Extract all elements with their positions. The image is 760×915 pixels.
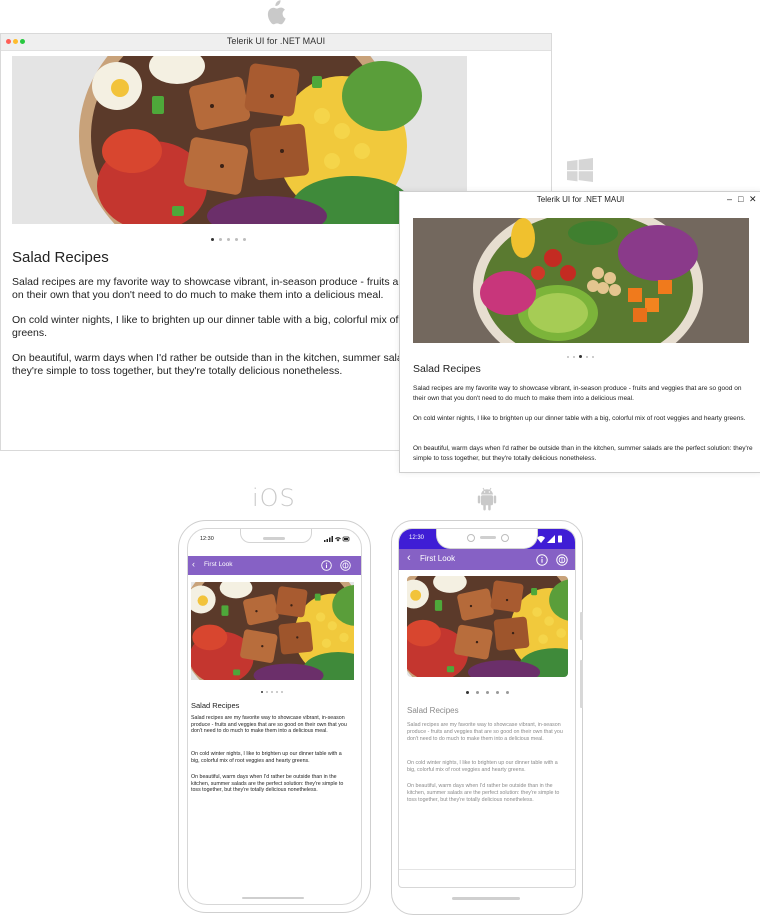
carousel-dot[interactable] bbox=[281, 690, 283, 693]
info-icon[interactable] bbox=[536, 554, 548, 566]
carousel-dot[interactable] bbox=[476, 691, 479, 695]
carousel-dot[interactable] bbox=[211, 238, 214, 242]
carousel-dot[interactable] bbox=[271, 690, 273, 693]
carousel-dot[interactable] bbox=[486, 691, 489, 695]
carousel-dot[interactable] bbox=[276, 690, 278, 693]
carousel-dot[interactable] bbox=[506, 691, 509, 695]
recipe-heading: Salad Recipes bbox=[413, 363, 481, 375]
carousel-dot[interactable] bbox=[235, 238, 238, 242]
carousel-dot[interactable] bbox=[266, 690, 268, 693]
recipe-paragraph: On cold winter nights, I like to brighte… bbox=[191, 751, 342, 764]
carousel-dot[interactable] bbox=[243, 238, 246, 242]
carousel-dot[interactable] bbox=[261, 690, 263, 693]
ios-notch bbox=[240, 529, 312, 543]
apple-logo-icon bbox=[267, 0, 286, 25]
theme-icon[interactable] bbox=[340, 560, 351, 571]
carousel-indicators[interactable] bbox=[567, 348, 598, 366]
volume-button bbox=[580, 612, 583, 640]
theme-icon[interactable] bbox=[556, 554, 568, 566]
carousel-dot[interactable] bbox=[227, 238, 230, 242]
macos-titlebar: Telerik UI for .NET MAUI bbox=[1, 34, 551, 51]
recipe-paragraph: Salad recipes are my favorite way to sho… bbox=[191, 715, 347, 735]
android-status-icons bbox=[537, 535, 562, 543]
windows-titlebar: Telerik UI for .NET MAUI – □ ✕ bbox=[400, 192, 760, 208]
android-logo-icon bbox=[477, 487, 497, 511]
ios-platform-label: iOS bbox=[252, 484, 296, 512]
carousel-dot[interactable] bbox=[573, 355, 575, 358]
android-home-indicator[interactable] bbox=[452, 897, 520, 900]
back-chevron-icon[interactable]: ‹ bbox=[192, 559, 195, 569]
back-chevron-icon[interactable]: ‹ bbox=[407, 552, 411, 564]
android-nav-bar: ‹ First Look bbox=[399, 549, 575, 570]
info-icon[interactable] bbox=[321, 560, 332, 571]
android-status-time: 12:30 bbox=[409, 535, 425, 541]
recipe-paragraph: On cold winter nights, I like to brighte… bbox=[407, 760, 558, 773]
nav-title: First Look bbox=[204, 561, 233, 568]
nav-title: First Look bbox=[420, 554, 456, 563]
ios-screen: 12:30 ‹ First Look Salad Recipes Salad r… bbox=[187, 528, 362, 905]
close-icon[interactable]: ✕ bbox=[749, 194, 757, 205]
recipe-paragraph: Salad recipes are my favorite way to sho… bbox=[413, 385, 742, 402]
salad-image[interactable] bbox=[407, 576, 568, 677]
carousel-dot[interactable] bbox=[496, 691, 499, 695]
recipe-paragraph: On beautiful, warm days when I'd rather … bbox=[407, 783, 560, 803]
carousel-dot[interactable] bbox=[586, 355, 588, 358]
salad-image[interactable] bbox=[191, 582, 354, 680]
android-screen: 12:30 ‹ First Look Salad Recipes Salad r… bbox=[398, 528, 576, 888]
recipe-paragraph: On cold winter nights, I like to brighte… bbox=[413, 415, 746, 422]
carousel-dot[interactable] bbox=[219, 238, 222, 242]
window-title: Telerik UI for .NET MAUI bbox=[536, 195, 625, 204]
recipe-paragraph: On beautiful, warm days when I'd rather … bbox=[191, 774, 344, 794]
recipe-paragraph: On beautiful, warm days when I'd rather … bbox=[413, 445, 753, 462]
ios-speaker bbox=[263, 537, 285, 540]
recipe-paragraph: Salad recipes are my favorite way to sho… bbox=[407, 722, 563, 742]
signal-wifi-battery-icon bbox=[324, 536, 350, 542]
windows-window: Telerik UI for .NET MAUI – □ ✕ Salad Rec… bbox=[399, 191, 760, 473]
recipe-heading: Salad Recipes bbox=[407, 706, 459, 715]
maximize-icon[interactable]: □ bbox=[738, 194, 743, 204]
front-camera bbox=[501, 534, 509, 542]
carousel-dot[interactable] bbox=[466, 691, 469, 695]
power-button bbox=[580, 660, 583, 708]
front-camera bbox=[467, 534, 475, 542]
ios-home-indicator[interactable] bbox=[242, 897, 304, 899]
android-bottom-bar bbox=[399, 869, 575, 887]
window-title: Telerik UI for .NET MAUI bbox=[226, 36, 326, 46]
ios-status-icons bbox=[324, 536, 350, 544]
minimize-icon[interactable]: – bbox=[727, 194, 732, 204]
carousel-dot[interactable] bbox=[592, 355, 594, 358]
carousel-indicators[interactable] bbox=[261, 683, 286, 701]
ios-status-time: 12:30 bbox=[200, 536, 214, 542]
carousel-indicators[interactable] bbox=[466, 684, 516, 702]
windows-logo-icon bbox=[567, 158, 593, 182]
recipe-heading: Salad Recipes bbox=[12, 249, 109, 266]
earpiece bbox=[480, 536, 496, 539]
carousel-dot[interactable] bbox=[579, 355, 582, 359]
salad-image[interactable] bbox=[413, 218, 749, 343]
android-notch bbox=[436, 529, 538, 549]
recipe-heading: Salad Recipes bbox=[191, 701, 240, 710]
carousel-indicators[interactable] bbox=[211, 231, 251, 249]
carousel-dot[interactable] bbox=[567, 355, 569, 358]
ios-nav-bar: ‹ First Look bbox=[188, 556, 361, 575]
